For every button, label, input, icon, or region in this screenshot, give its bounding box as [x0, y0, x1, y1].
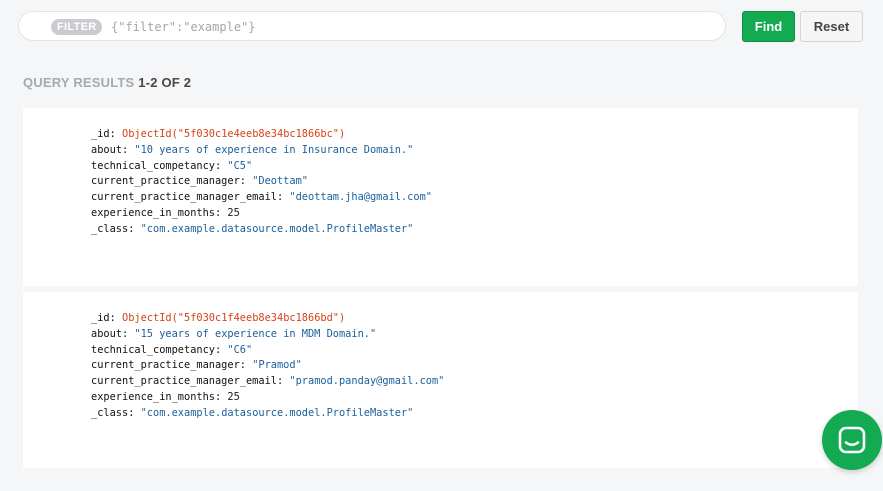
field-key: _class: [91, 222, 135, 235]
field-key: experience_in_months: [91, 206, 222, 219]
reset-button[interactable]: Reset [800, 11, 863, 42]
field-value: 25 [227, 390, 240, 403]
chat-widget-button[interactable] [822, 410, 882, 470]
field-row-id: _id: ObjectId("5f030c1f4eeb8e34bc1866bd"… [91, 311, 444, 327]
filter-placeholder: {"filter":"example"} [111, 20, 256, 34]
field-key: _class: [91, 406, 135, 419]
field-key: current_practice_manager_email: [91, 191, 284, 204]
field-value: "pramod.panday@gmail.com" [289, 375, 445, 388]
field-row-class: _class: "com.example.datasource.model.Pr… [91, 222, 432, 238]
field-row-class: _class: "com.example.datasource.model.Pr… [91, 406, 444, 422]
field-row-current-practice-manager: current_practice_manager: "Pramod" [91, 358, 444, 374]
field-value: "10 years of experience in Insurance Dom… [134, 143, 414, 156]
field-row-experience-in-months: experience_in_months: 25 [91, 390, 444, 406]
field-key: experience_in_months: [91, 390, 222, 403]
filter-badge: FILTER [51, 19, 103, 35]
field-key: _id: [91, 128, 116, 140]
field-row-id: _id: ObjectId("5f030c1e4eeb8e34bc1866bc"… [91, 127, 432, 143]
document-card[interactable]: _id: ObjectId("5f030c1e4eeb8e34bc1866bc"… [23, 108, 858, 286]
field-key: _id: [91, 312, 116, 324]
field-key: technical_competancy: [91, 343, 222, 356]
field-row-current-practice-manager-email: current_practice_manager_email: "pramod.… [91, 374, 444, 390]
field-value: "Deottam" [252, 175, 308, 188]
field-value: "15 years of experience in MDM Domain." [134, 327, 377, 340]
field-value: ObjectId("5f030c1e4eeb8e34bc1866bc") [122, 128, 346, 140]
field-value: ObjectId("5f030c1f4eeb8e34bc1866bd") [122, 312, 346, 324]
field-row-about: about: "10 years of experience in Insura… [91, 143, 432, 159]
field-key: technical_competancy: [91, 159, 222, 172]
field-key: current_practice_manager: [91, 359, 246, 372]
field-value: 25 [227, 206, 240, 219]
field-key: current_practice_manager: [91, 175, 246, 188]
field-value: "C5" [227, 159, 253, 172]
find-button[interactable]: Find [742, 11, 795, 42]
filter-input[interactable]: FILTER {"filter":"example"} [18, 11, 726, 41]
field-value: "Pramod" [252, 359, 302, 372]
field-row-current-practice-manager: current_practice_manager: "Deottam" [91, 174, 432, 190]
field-key: current_practice_manager_email: [91, 375, 284, 388]
field-row-technical-competancy: technical_competancy: "C5" [91, 159, 432, 175]
field-row-experience-in-months: experience_in_months: 25 [91, 206, 432, 222]
document-card[interactable]: _id: ObjectId("5f030c1f4eeb8e34bc1866bd"… [23, 292, 858, 468]
field-key: about: [91, 327, 129, 340]
query-results-header: QUERY RESULTS 1-2 OF 2 [23, 75, 191, 90]
field-row-about: about: "15 years of experience in MDM Do… [91, 327, 444, 343]
query-results-count: 1-2 OF 2 [138, 75, 192, 90]
query-toolbar: FILTER {"filter":"example"} Find Reset [0, 0, 883, 62]
chat-bubble-icon [838, 426, 866, 454]
field-row-current-practice-manager-email: current_practice_manager_email: "deottam… [91, 190, 432, 206]
field-row-technical-competancy: technical_competancy: "C6" [91, 343, 444, 359]
field-key: about: [91, 143, 129, 156]
field-value: "com.example.datasource.model.ProfileMas… [140, 406, 414, 419]
query-results-label: QUERY RESULTS [23, 75, 135, 90]
field-value: "com.example.datasource.model.ProfileMas… [140, 222, 414, 235]
field-value: "C6" [227, 343, 253, 356]
field-value: "deottam.jha@gmail.com" [289, 191, 432, 204]
